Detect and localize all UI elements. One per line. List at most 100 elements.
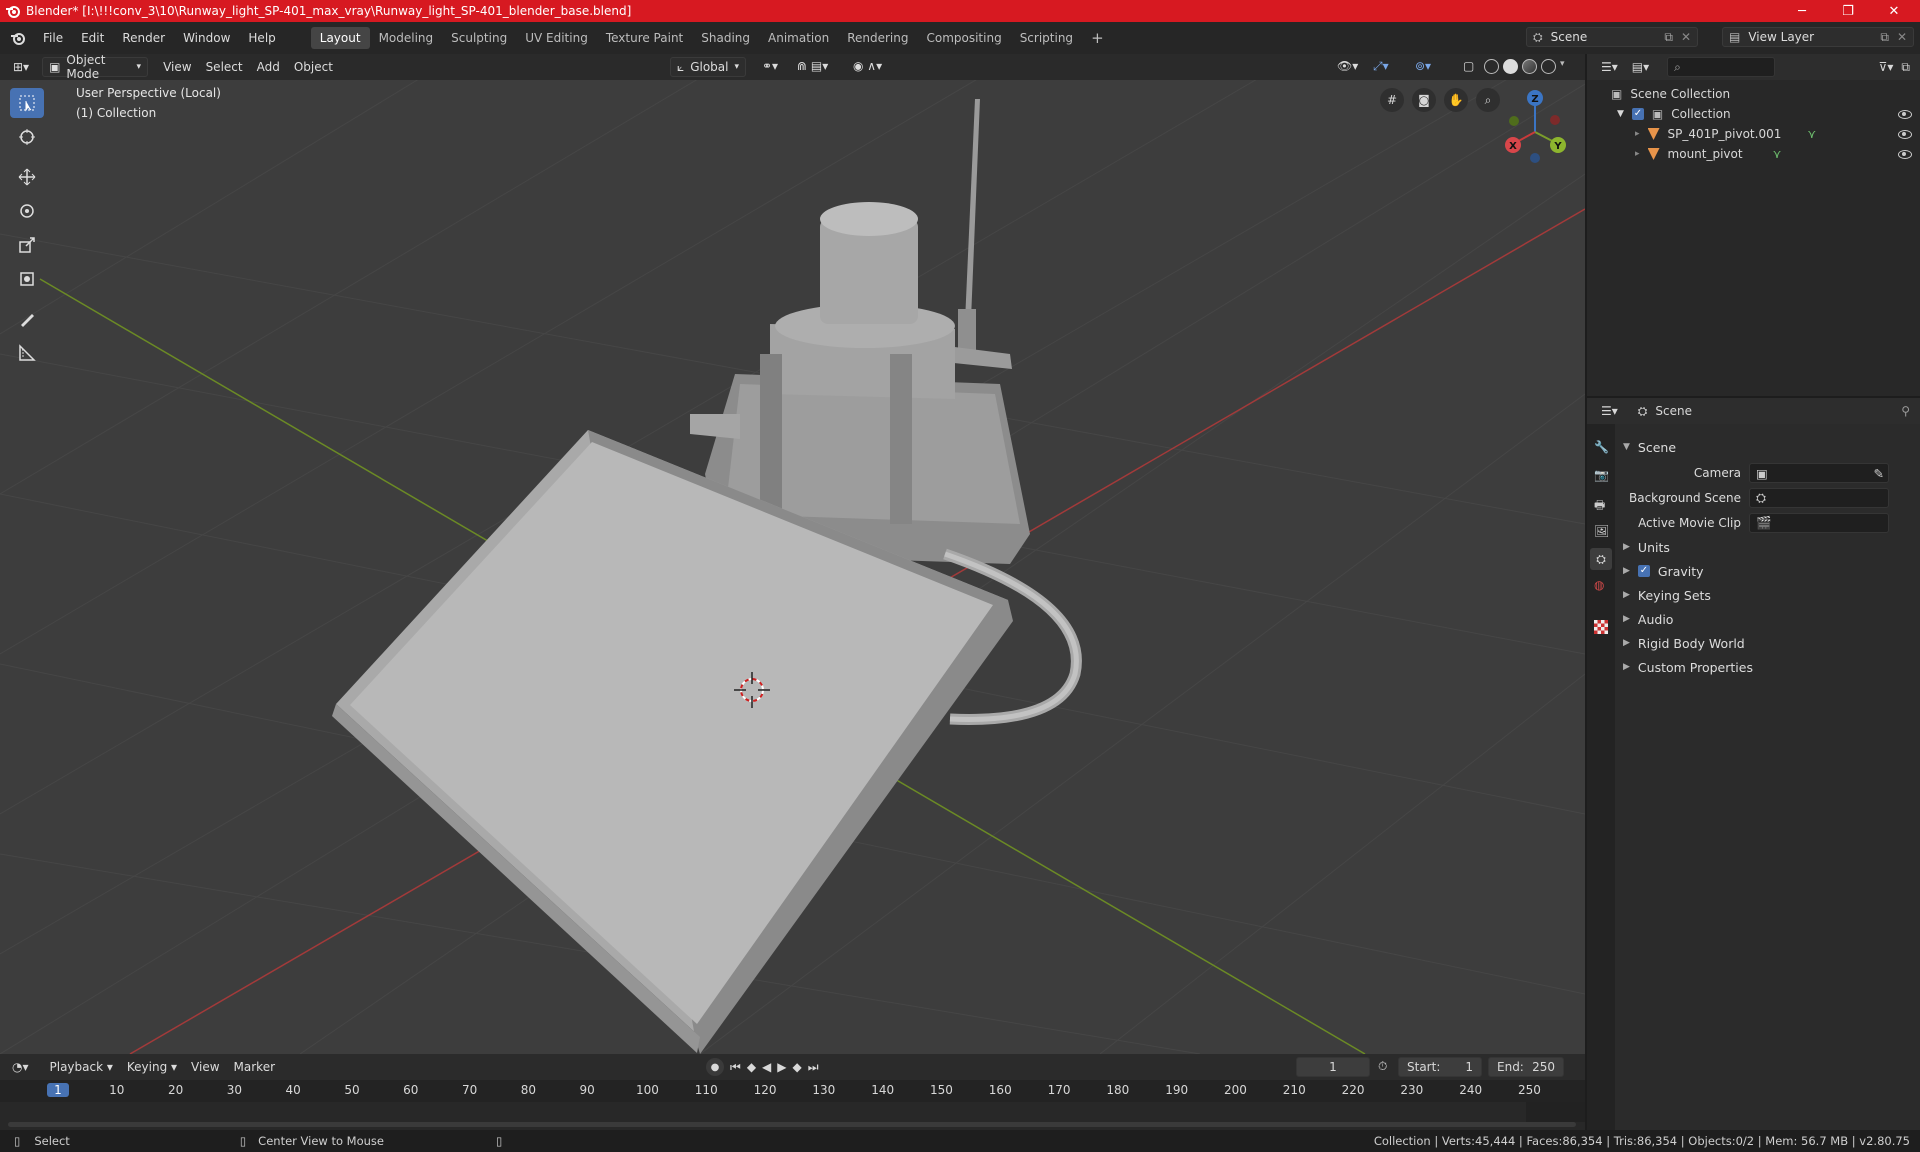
tool-tab-icon[interactable]: 🔧	[1594, 440, 1609, 454]
pivot-point-icon[interactable]: ⚭▾	[755, 59, 785, 73]
overlays-toggle-icon[interactable]: ⊚▾	[1408, 59, 1438, 73]
select-box-tool[interactable]	[10, 88, 44, 118]
visibility-eye-icon[interactable]	[1898, 109, 1912, 119]
menu-add[interactable]: Add	[250, 60, 287, 74]
frame-ruler[interactable]: 1 10 20 30 40 50 60 70 80 90 100 110 120 130 140 150 160…	[0, 1080, 1585, 1124]
editor-type-icon[interactable]: ⊞▾	[6, 60, 36, 74]
scene-selector[interactable]: ⛭ Scene ⧉ ✕	[1526, 27, 1698, 47]
solid-shading-icon[interactable]	[1503, 59, 1518, 74]
menu-select[interactable]: Select	[199, 60, 250, 74]
menu-window[interactable]: Window	[174, 31, 239, 45]
scale-tool[interactable]	[10, 230, 44, 260]
display-mode-icon[interactable]: ▤▾	[1632, 60, 1649, 74]
visibility-eye-icon[interactable]	[1898, 129, 1912, 139]
annotate-tool[interactable]	[10, 304, 44, 334]
scene-section-header[interactable]: ▼ Scene	[1623, 436, 1676, 458]
preview-range-icon[interactable]: ⏱	[1378, 1059, 1387, 1074]
chevron-down-icon[interactable]: ▾	[1560, 59, 1565, 74]
rendered-shading-icon[interactable]	[1541, 59, 1556, 74]
playback-menu[interactable]: Playback ▾	[43, 1060, 120, 1074]
current-frame-field[interactable]: 1	[1296, 1057, 1370, 1077]
3d-viewport[interactable]: ⊞▾ ▣ Object Mode ▾ View Select Add Objec…	[0, 54, 1585, 1054]
tab-scripting[interactable]: Scripting	[1011, 27, 1082, 49]
rotate-tool[interactable]	[10, 196, 44, 226]
new-collection-icon[interactable]: ⧉	[1901, 60, 1910, 75]
view-menu[interactable]: View	[184, 1060, 226, 1074]
menu-help[interactable]: Help	[239, 31, 284, 45]
outliner-search-input[interactable]: ⌕	[1667, 57, 1776, 77]
marker-menu[interactable]: Marker	[227, 1060, 282, 1074]
editor-type-icon[interactable]: ☰▾	[1601, 404, 1618, 418]
current-frame-marker[interactable]: 1	[47, 1083, 69, 1097]
start-frame-field[interactable]: Start: 1	[1398, 1057, 1482, 1077]
outliner-object-row[interactable]: ▸ mount_pivot ⋎	[1635, 147, 1912, 161]
move-tool[interactable]	[10, 162, 44, 192]
pan-hand-icon[interactable]: ✋	[1444, 88, 1468, 112]
snap-icon[interactable]: ⋒ ▤▾	[790, 59, 835, 73]
measure-tool[interactable]	[10, 338, 44, 368]
editor-type-icon[interactable]: ☰▾	[1601, 60, 1618, 74]
editor-type-icon[interactable]: ◔▾	[12, 1060, 29, 1074]
output-tab-icon[interactable]: 🖶	[1594, 496, 1605, 517]
gravity-subpanel[interactable]: ▶ ✓ Gravity	[1623, 560, 1704, 582]
scene-tab-icon[interactable]: ⛭	[1590, 548, 1612, 570]
outliner-scene-collection[interactable]: ▣ Scene Collection	[1611, 87, 1730, 101]
active-movie-clip-field[interactable]: 🎬	[1749, 513, 1889, 533]
delete-view-layer-icon[interactable]: ✕	[1897, 30, 1907, 44]
outliner-collection-row[interactable]: ▼ ✓ ▣ Collection	[1617, 107, 1912, 121]
navigation-gizmo[interactable]: Z Y X	[1495, 88, 1575, 168]
gizmo-toggle-icon[interactable]: ⤢▾	[1366, 59, 1396, 74]
keying-sets-subpanel[interactable]: ▶ Keying Sets	[1623, 584, 1711, 606]
view-layer-selector[interactable]: ▤ View Layer ⧉ ✕	[1722, 27, 1914, 47]
menu-file[interactable]: File	[34, 31, 72, 45]
tab-sculpting[interactable]: Sculpting	[442, 27, 516, 49]
keying-menu[interactable]: Keying ▾	[120, 1060, 184, 1074]
world-tab-icon[interactable]: ◍	[1594, 578, 1604, 592]
tab-texture-paint[interactable]: Texture Paint	[597, 27, 692, 49]
tab-modeling[interactable]: Modeling	[370, 27, 443, 49]
menu-object[interactable]: Object	[287, 60, 340, 74]
viewport-scene[interactable]	[0, 54, 1585, 1054]
prev-keyframe-icon[interactable]: ◆	[747, 1060, 756, 1074]
close-button[interactable]: ✕	[1872, 0, 1916, 22]
tab-shading[interactable]: Shading	[692, 27, 759, 49]
delete-scene-icon[interactable]: ✕	[1681, 30, 1691, 44]
jump-end-icon[interactable]: ⏭	[808, 1060, 819, 1075]
new-scene-icon[interactable]: ⧉	[1664, 30, 1673, 45]
minimize-button[interactable]: ─	[1780, 0, 1824, 22]
material-shading-icon[interactable]	[1522, 59, 1537, 74]
background-scene-field[interactable]: ⛭	[1749, 488, 1889, 508]
pin-icon[interactable]: ⚲	[1901, 404, 1910, 418]
play-reverse-icon[interactable]: ◀	[762, 1060, 771, 1074]
blender-menu-icon[interactable]	[10, 30, 26, 46]
tab-compositing[interactable]: Compositing	[917, 27, 1010, 49]
maximize-button[interactable]: ❐	[1826, 0, 1870, 22]
rigid-body-world-subpanel[interactable]: ▶ Rigid Body World	[1623, 632, 1745, 654]
timeline-track-area[interactable]	[0, 1102, 1585, 1122]
tab-rendering[interactable]: Rendering	[838, 27, 917, 49]
tab-layout[interactable]: Layout	[310, 27, 370, 49]
expand-arrow-icon[interactable]: ▸	[1635, 129, 1640, 139]
tab-uv-editing[interactable]: UV Editing	[516, 27, 597, 49]
camera-field[interactable]: ▣ ✎	[1749, 463, 1889, 483]
filter-icon[interactable]: ⊽▾	[1879, 60, 1894, 74]
menu-render[interactable]: Render	[113, 31, 174, 45]
transform-tool[interactable]	[10, 264, 44, 294]
menu-edit[interactable]: Edit	[72, 31, 113, 45]
jump-start-icon[interactable]: ⏮	[730, 1060, 741, 1075]
collection-checkbox[interactable]: ✓	[1631, 108, 1644, 120]
record-icon[interactable]: ●	[706, 1058, 724, 1076]
units-subpanel[interactable]: ▶ Units	[1623, 536, 1670, 558]
outliner-object-row[interactable]: ▸ SP_401P_pivot.001 ⋎	[1635, 127, 1912, 141]
menu-view[interactable]: View	[156, 60, 198, 74]
xray-toggle-icon[interactable]: ▢	[1456, 59, 1481, 73]
new-view-layer-icon[interactable]: ⧉	[1880, 30, 1889, 45]
next-keyframe-icon[interactable]: ◆	[793, 1060, 802, 1074]
wireframe-shading-icon[interactable]	[1484, 59, 1499, 74]
object-mode-dropdown[interactable]: ▣ Object Mode ▾	[42, 54, 149, 81]
gravity-checkbox[interactable]: ✓	[1637, 565, 1650, 577]
custom-properties-subpanel[interactable]: ▶ Custom Properties	[1623, 656, 1753, 678]
play-icon[interactable]: ▶	[777, 1060, 786, 1074]
proportional-edit-icon[interactable]: ◉ ∧▾	[846, 59, 889, 73]
view-layer-tab-icon[interactable]: 🖼	[1594, 524, 1609, 538]
